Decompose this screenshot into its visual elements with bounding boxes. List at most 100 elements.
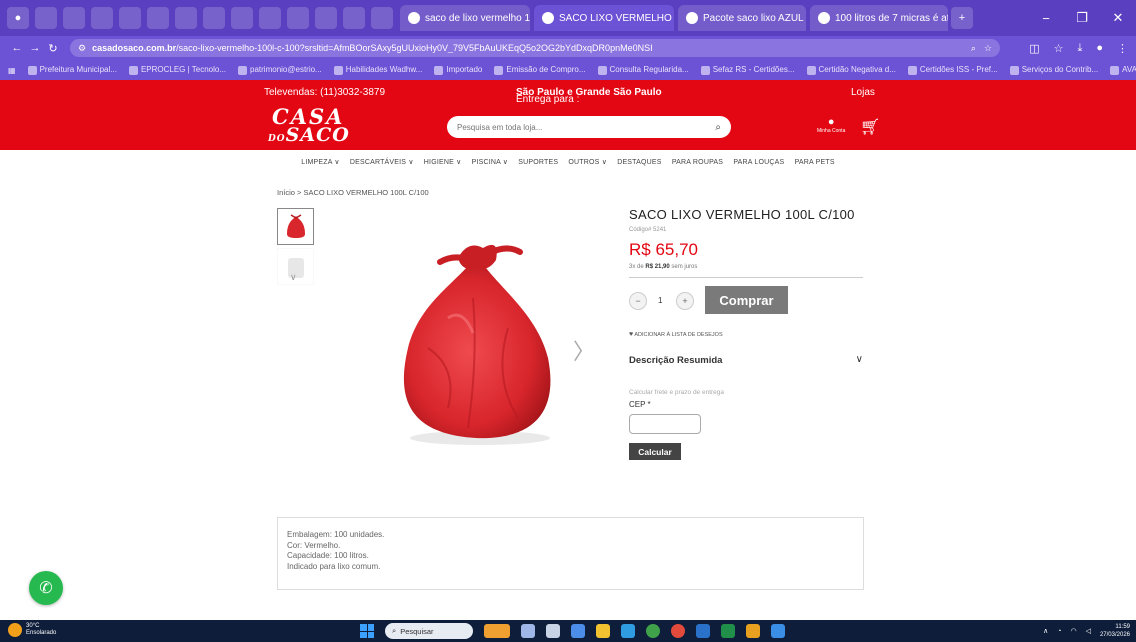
new-tab-icon[interactable]: + [951, 7, 973, 29]
start-icon[interactable] [360, 624, 374, 638]
volume-icon[interactable]: ◁ [1086, 627, 1091, 635]
bookmark-item[interactable]: Certidões ISS - Pref... [907, 65, 998, 75]
bookmark-item[interactable]: patrimonio@estrio... [238, 65, 322, 75]
pinned-tab-icon[interactable] [203, 7, 225, 29]
avatar[interactable]: ● [1096, 42, 1103, 55]
pinned-tab-icon[interactable] [231, 7, 253, 29]
task-view-icon[interactable] [521, 624, 535, 638]
widgets-icon[interactable] [484, 624, 510, 638]
buy-button[interactable]: Comprar [705, 286, 788, 314]
bookmark-item[interactable]: Sefaz RS - Certidões... [700, 65, 795, 75]
profile-icon[interactable]: ● [7, 7, 29, 29]
menu-item[interactable]: DESCARTÁVEIS ∨ [350, 159, 414, 166]
pinned-tab-icon[interactable] [175, 7, 197, 29]
breadcrumb[interactable]: Início > SACO LIXO VERMELHO 100L C/100 [277, 188, 429, 197]
app-icon[interactable] [746, 624, 760, 638]
search-input[interactable] [457, 122, 716, 132]
wifi-icon[interactable]: ◠ [1070, 627, 1076, 635]
shipping-hint: Calcular frete e prazo de entrega [629, 389, 725, 396]
app-icon[interactable] [646, 624, 660, 638]
favorites-icon[interactable]: ☆ [1054, 42, 1064, 55]
menu-item[interactable]: PISCINA ∨ [472, 159, 509, 166]
menu-item[interactable]: PARA PETS [795, 159, 835, 166]
chevron-up-icon[interactable]: ∧ [1043, 627, 1048, 635]
file-explorer-icon[interactable] [596, 624, 610, 638]
pinned-tab-icon[interactable] [315, 7, 337, 29]
app-icon[interactable] [696, 624, 710, 638]
pinned-tab-icon[interactable] [287, 7, 309, 29]
reload-icon[interactable]: ↻ [44, 42, 62, 55]
bookmark-item[interactable]: Certidão Negativa d... [806, 65, 896, 75]
app-icon[interactable] [571, 624, 585, 638]
browser-tab[interactable]: Pacote saco lixo AZUL P7 100L ✕ [678, 5, 806, 31]
pinned-tab-icon[interactable] [35, 7, 57, 29]
menu-icon[interactable]: ⋮ [1117, 42, 1128, 55]
menu-item[interactable]: LIMPEZA ∨ [301, 159, 339, 166]
account-link[interactable]: ● Minha Conta [817, 116, 845, 134]
bookmark-item[interactable]: Importado [434, 65, 482, 75]
browser-tab-active[interactable]: SACO LIXO VERMELHO 100L C ✕ [534, 5, 674, 31]
menu-item[interactable]: SUPORTES [518, 159, 558, 166]
pinned-tab-icon[interactable] [91, 7, 113, 29]
browser-tab[interactable]: 100 litros de 7 micras é até qu ✕ [810, 5, 948, 31]
photos-icon[interactable] [771, 624, 785, 638]
whatsapp-icon[interactable]: ✆ [29, 571, 63, 605]
heart-icon: ♥ [629, 331, 634, 338]
bookmark-item[interactable]: Emissão de Compro... [494, 65, 586, 75]
excel-icon[interactable] [721, 624, 735, 638]
pinned-tab-icon[interactable] [147, 7, 169, 29]
site-info-icon[interactable]: ⚙ [78, 43, 86, 54]
forward-icon[interactable]: → [26, 42, 44, 54]
quantity-increase-button[interactable]: + [676, 292, 694, 310]
site-logo[interactable]: CASA DOSACO [268, 106, 350, 144]
bookmark-item[interactable]: Prefeitura Municipal... [27, 65, 117, 75]
pinned-tab-icon[interactable] [63, 7, 85, 29]
pinned-tab-icon[interactable] [343, 7, 365, 29]
quantity-value[interactable]: 1 [658, 296, 662, 305]
chevron-right-icon[interactable]: 〉 [573, 334, 595, 366]
menu-item[interactable]: DESTAQUES [617, 159, 661, 166]
cep-input[interactable] [629, 414, 701, 434]
bookmark-item[interactable]: Serviços do Contrib... [1009, 65, 1098, 75]
detail-line: Embalagem: 100 unidades. [287, 530, 385, 539]
download-icon[interactable]: ⤓ [1077, 42, 1082, 55]
network-icon[interactable]: ◔ [1057, 628, 1061, 635]
chevron-down-icon[interactable]: ∨ [290, 272, 297, 283]
zoom-icon[interactable]: ⌕ [971, 43, 976, 54]
restore-icon[interactable]: ❐ [1064, 0, 1100, 36]
pinned-tab-icon[interactable] [119, 7, 141, 29]
delivery-region[interactable]: Entrega para : São Paulo e Grande São Pa… [516, 87, 662, 105]
description-accordion[interactable]: Descrição Resumida ∨ [629, 354, 863, 366]
chrome-icon[interactable] [671, 624, 685, 638]
calculate-button[interactable]: Calcular [629, 443, 681, 460]
edge-icon[interactable] [621, 624, 635, 638]
wishlist-link[interactable]: ♥ ADICIONAR À LISTA DE DESEJOS [629, 331, 723, 338]
star-icon[interactable]: ☆ [984, 43, 992, 54]
bookmark-item[interactable]: Habilidades Wadhw... [333, 65, 422, 75]
taskbar-search[interactable]: ⌕ Pesquisar [385, 623, 473, 639]
bookmark-item[interactable]: AVA [1110, 65, 1136, 75]
clock[interactable]: 11:59 27/03/2026 [1100, 623, 1130, 639]
product-thumbnail[interactable] [277, 208, 314, 245]
bookmark-item[interactable]: EPROCLEG | Tecnolo... [128, 65, 226, 75]
minimize-icon[interactable]: − [1028, 0, 1064, 36]
quantity-decrease-button[interactable]: − [629, 292, 647, 310]
menu-item[interactable]: PARA LOUÇAS [733, 159, 784, 166]
search-icon[interactable]: ⌕ [715, 122, 721, 133]
close-window-icon[interactable]: ✕ [1100, 0, 1136, 36]
extensions-icon[interactable]: ◫ [1029, 42, 1039, 55]
url-input[interactable]: ⚙ casadosaco.com.br/saco-lixo-vermelho-1… [70, 39, 1000, 57]
pinned-tab-icon[interactable] [259, 7, 281, 29]
menu-item[interactable]: OUTROS ∨ [568, 159, 607, 166]
apps-icon[interactable]: ▦ [8, 66, 16, 75]
back-icon[interactable]: ← [8, 42, 26, 54]
pinned-tab-icon[interactable] [371, 7, 393, 29]
app-icon[interactable] [546, 624, 560, 638]
cart-icon[interactable]: 🛒︎ [860, 117, 880, 137]
menu-item[interactable]: HIGIENE ∨ [424, 159, 462, 166]
stores-link[interactable]: Lojas [851, 87, 875, 98]
bookmark-item[interactable]: Consulta Regularida... [597, 65, 689, 75]
browser-tab[interactable]: saco de lixo vermelho 100 litro ✕ [400, 5, 530, 31]
weather-widget[interactable]: 30°C Ensolarado [8, 623, 56, 637]
menu-item[interactable]: PARA ROUPAS [672, 159, 723, 166]
